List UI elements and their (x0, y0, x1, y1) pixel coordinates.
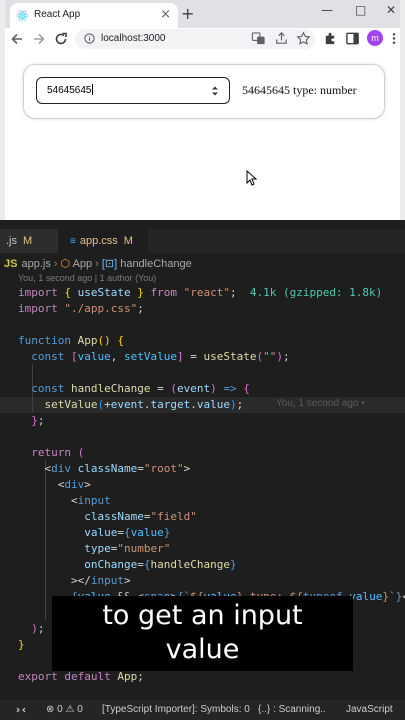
number-stepper-icon[interactable] (211, 84, 219, 98)
number-input-field[interactable]: 54645645 (36, 77, 230, 104)
breadcrumb: JS app.js › ⬡ App › [⊡] handleChange (0, 256, 405, 272)
editor-tab-bar: .js M ≡ app.css M (0, 229, 405, 253)
js-file-icon: JS (4, 258, 18, 270)
variable-icon: [⊡] (101, 258, 121, 270)
editor-tab-app-css[interactable]: ≡ app.css M (58, 229, 148, 253)
code-line-15: className="field" (84, 510, 197, 523)
url-text: localhost:3000 (101, 33, 166, 44)
remote-icon[interactable] (16, 705, 26, 715)
status-bar: ⊗ 0 ⚠ 0 [TypeScript Importer]: Symbols: … (0, 700, 405, 720)
chevron-right-icon: › (53, 258, 58, 270)
inline-blame: You, 1 second ago • (276, 398, 365, 409)
bookmark-star-icon[interactable] (296, 31, 311, 46)
code-line-11: return ( (31, 446, 85, 459)
code-line-7: const handleChange = (event) => { (31, 382, 250, 395)
import-size-hint: 4.1k (gzipped: 1.8k) (249, 286, 383, 299)
editor-tab-label: app.css (79, 235, 118, 247)
caption-line-2: value (165, 634, 240, 665)
tab-strip: React App × + — □ ✕ (5, 0, 400, 28)
close-window-button[interactable]: ✕ (386, 2, 396, 18)
react-logo-icon (16, 10, 29, 21)
forward-arrow-icon[interactable] (31, 31, 47, 47)
caption-line-1: to get an input (102, 600, 303, 631)
browser-tab-react-app[interactable]: React App × (10, 3, 178, 28)
problems-indicator[interactable]: ⊗ 0 ⚠ 0 (46, 700, 83, 720)
text-caret (91, 84, 93, 95)
browser-tab-title: React App (34, 9, 81, 20)
share-icon[interactable] (274, 31, 289, 46)
code-line-22: ); (31, 622, 45, 635)
web-page-content: 54645645 54645645 type: number (5, 50, 400, 220)
mouse-pointer-icon (246, 170, 258, 186)
css-file-icon: ≡ (70, 236, 76, 247)
code-line-4: function App() { (18, 334, 124, 347)
code-line-5: const [value, setValue] = useState(""); (31, 350, 290, 363)
code-line-16: value={value} (84, 526, 171, 539)
typescript-importer-status[interactable]: [TypeScript Importer]: Symbols: 0 (102, 700, 250, 720)
error-count: 0 (57, 704, 63, 715)
extensions-puzzle-icon[interactable] (323, 31, 338, 46)
back-arrow-icon[interactable] (9, 31, 25, 47)
breadcrumb-handler[interactable]: handleChange (120, 258, 192, 270)
editor-tab-app-js[interactable]: .js M (0, 229, 58, 253)
browser-toolbar: localhost:3000 m (5, 28, 400, 50)
minimize-window-button[interactable]: — (321, 2, 333, 18)
input-value-text: 54645645 (47, 85, 92, 96)
breadcrumb-file[interactable]: app.js (21, 258, 50, 270)
code-line-17: type="number" (84, 542, 171, 555)
code-line-8: setValue(+event.target.value); (44, 398, 244, 411)
root-container: 54645645 54645645 type: number (23, 64, 385, 119)
code-line-25: export default App; (18, 670, 144, 683)
modified-badge: M (123, 235, 133, 247)
code-line-18: onChange={handleChange} (84, 558, 237, 571)
editor-tab-label: .js (6, 235, 17, 247)
code-line-2: import "./app.css"; (18, 302, 144, 315)
code-line-23: } (18, 638, 25, 651)
code-line-19: ></input> (70, 574, 131, 587)
codelens-blame-header[interactable]: You, 1 second ago | 1 author (You) (18, 273, 156, 283)
site-info-icon[interactable] (84, 33, 95, 44)
input-value: 54645645 (47, 84, 93, 96)
code-line-13: <div> (57, 478, 91, 491)
code-line-9: }; (31, 414, 45, 427)
close-tab-icon[interactable]: × (160, 7, 171, 23)
reload-icon[interactable] (53, 31, 69, 47)
video-caption: to get an input value (52, 596, 353, 671)
side-panel-icon[interactable] (345, 31, 360, 46)
profile-avatar[interactable]: m (367, 30, 383, 46)
warning-count: 0 (77, 704, 83, 715)
modified-badge: M (23, 235, 33, 247)
code-line-1: import { useState } from "react"; 4.1k (… (18, 286, 383, 299)
browser-window: React App × + — □ ✕ localhost:3000 m 546… (0, 0, 405, 220)
value-type-output: 54645645 type: number (242, 83, 357, 97)
breadcrumb-component[interactable]: App (73, 258, 93, 270)
code-line-12: <div className="root"> (44, 462, 191, 475)
chevron-right-icon: › (95, 258, 99, 270)
more-options-icon[interactable] (390, 31, 398, 46)
language-mode[interactable]: JavaScript (346, 700, 393, 720)
component-cube-icon: ⬡ (60, 258, 73, 270)
maximize-window-button[interactable]: □ (355, 2, 366, 18)
translate-icon[interactable] (251, 31, 266, 46)
code-line-14: <input (70, 494, 111, 507)
new-tab-button[interactable]: + (181, 5, 194, 23)
scanning-status[interactable]: {..} : Scanning.. (258, 700, 326, 720)
